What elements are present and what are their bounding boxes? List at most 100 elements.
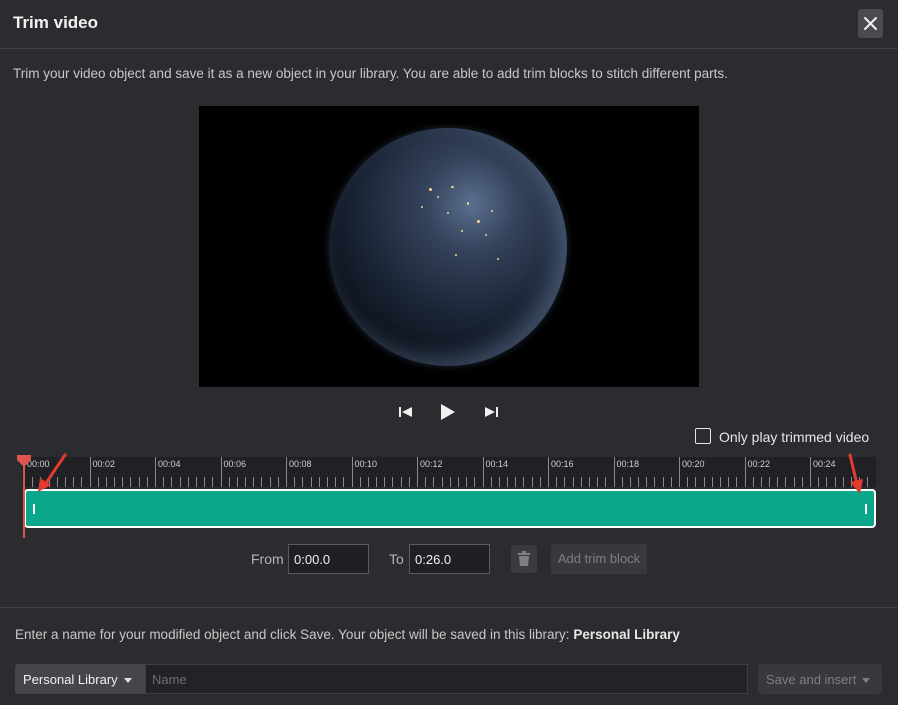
- ruler-minor-tick: [572, 477, 574, 487]
- ruler-tick-label: 00:04: [158, 459, 181, 469]
- ruler-minor-tick: [580, 477, 582, 487]
- dialog-header: Trim video: [0, 0, 898, 49]
- ruler-minor-tick: [490, 477, 492, 487]
- ruler-tick-label: 00:24: [813, 459, 836, 469]
- ruler-minor-tick: [302, 477, 304, 487]
- ruler-minor-tick: [294, 477, 296, 487]
- add-trim-block-button[interactable]: Add trim block: [551, 544, 647, 574]
- ruler-major-tick: [417, 457, 418, 487]
- ruler-minor-tick: [760, 477, 762, 487]
- skip-to-start-icon: [399, 407, 412, 417]
- ruler-minor-tick: [662, 477, 664, 487]
- ruler-minor-tick: [670, 477, 672, 487]
- ruler-minor-tick: [81, 477, 83, 487]
- ruler-tick-label: 00:08: [289, 459, 312, 469]
- ruler-minor-tick: [605, 477, 607, 487]
- trash-icon: [518, 551, 530, 566]
- ruler-minor-tick: [384, 477, 386, 487]
- ruler-minor-tick: [834, 477, 836, 487]
- intro-text: Trim your video object and save it as a …: [13, 66, 728, 81]
- ruler-minor-tick: [187, 477, 189, 487]
- ruler-tick-label: 00:10: [354, 459, 378, 469]
- ruler-minor-tick: [114, 477, 116, 487]
- ruler-minor-tick: [752, 477, 754, 487]
- from-label: From: [251, 551, 284, 567]
- save-and-insert-button[interactable]: Save and insert: [758, 664, 882, 694]
- playhead[interactable]: [23, 458, 25, 538]
- library-dropdown[interactable]: Personal Library: [15, 664, 145, 694]
- ruler-minor-tick: [629, 477, 631, 487]
- ruler-minor-tick: [457, 477, 459, 487]
- ruler-minor-tick: [236, 477, 238, 487]
- delete-trim-button[interactable]: [511, 545, 537, 573]
- ruler-minor-tick: [867, 477, 869, 487]
- ruler-minor-tick: [228, 477, 230, 487]
- trim-block[interactable]: [24, 489, 876, 528]
- ruler-tick-label: 00:02: [92, 459, 116, 469]
- ruler-minor-tick: [441, 477, 443, 487]
- video-preview[interactable]: [199, 106, 699, 387]
- play-button[interactable]: [439, 402, 459, 422]
- ruler-minor-tick: [638, 477, 640, 487]
- ruler-minor-tick: [449, 477, 451, 487]
- ruler-minor-tick: [433, 477, 435, 487]
- ruler-minor-tick: [359, 477, 361, 487]
- ruler-major-tick: [744, 457, 746, 487]
- ruler-minor-tick: [367, 477, 369, 487]
- ruler-major-tick: [351, 457, 353, 487]
- timeline-ruler[interactable]: 00:00 00:02 00:04 00:06 00:08 00:10 00:12 00:14…: [22, 457, 876, 487]
- ruler-minor-tick: [687, 477, 689, 487]
- ruler-minor-tick: [507, 477, 509, 487]
- ruler-minor-tick: [277, 477, 279, 487]
- ruler-major-tick: [286, 457, 287, 487]
- chevron-down-icon: [862, 678, 871, 684]
- ruler-minor-tick: [564, 477, 566, 487]
- ruler-tick-label: 00:06: [223, 459, 247, 469]
- ruler-minor-tick: [212, 477, 214, 487]
- ruler-minor-tick: [179, 477, 181, 487]
- to-input[interactable]: 0:26.0: [409, 544, 490, 574]
- ruler-minor-tick: [466, 477, 468, 487]
- name-input[interactable]: [145, 664, 748, 694]
- ruler-major-tick: [613, 457, 615, 487]
- ruler-minor-tick: [326, 477, 328, 487]
- ruler-minor-tick: [621, 477, 623, 487]
- ruler-minor-tick: [801, 477, 803, 487]
- ruler-minor-tick: [97, 477, 99, 487]
- skip-to-end-button[interactable]: [484, 404, 504, 424]
- close-icon: [864, 17, 877, 30]
- ruler-minor-tick: [146, 477, 148, 487]
- trim-start-handle[interactable]: [33, 504, 35, 514]
- ruler-minor-tick: [400, 477, 402, 487]
- ruler-minor-tick: [171, 477, 173, 487]
- ruler-minor-tick: [736, 477, 738, 487]
- ruler-minor-tick: [654, 477, 656, 487]
- ruler-minor-tick: [728, 477, 730, 487]
- annotation-arrow-right: [848, 453, 863, 494]
- ruler-minor-tick: [474, 477, 476, 487]
- from-input[interactable]: 0:00.0: [288, 544, 369, 574]
- ruler-minor-tick: [785, 477, 787, 487]
- playhead-marker-icon[interactable]: [16, 454, 32, 468]
- ruler-tick-label: 00:22: [747, 459, 771, 469]
- skip-to-start-button[interactable]: [397, 404, 417, 424]
- only-trimmed-checkbox[interactable]: [695, 428, 711, 444]
- ruler-minor-tick: [310, 477, 312, 487]
- ruler-minor-tick: [556, 477, 558, 487]
- ruler-minor-tick: [719, 477, 721, 487]
- chevron-down-icon: [123, 678, 132, 684]
- close-button[interactable]: [858, 9, 883, 38]
- ruler-minor-tick: [597, 477, 599, 487]
- ruler-minor-tick: [195, 477, 197, 487]
- ruler-minor-tick: [73, 477, 75, 487]
- ruler-minor-tick: [335, 477, 337, 487]
- save-note: Enter a name for your modified object an…: [15, 627, 680, 642]
- ruler-minor-tick: [408, 477, 410, 487]
- footer-divider: [0, 607, 898, 608]
- ruler-minor-tick: [105, 477, 107, 487]
- ruler-minor-tick: [253, 477, 255, 487]
- ruler-minor-tick: [130, 477, 132, 487]
- ruler-minor-tick: [138, 477, 140, 487]
- trim-end-handle[interactable]: [865, 504, 867, 514]
- ruler-minor-tick: [163, 477, 165, 487]
